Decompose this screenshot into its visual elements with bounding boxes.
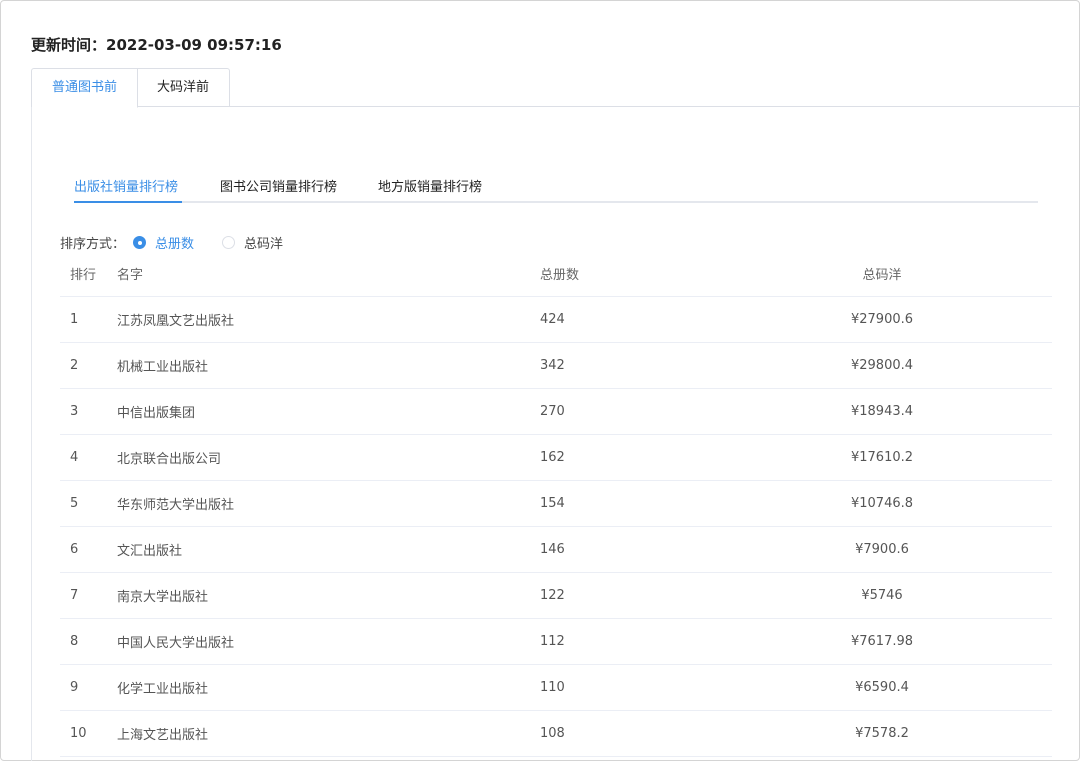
header-rank: 排行 [60,252,117,297]
table-row: 1 江苏凤凰文艺出版社 424 ¥27900.6 [60,296,1052,343]
sub-tab-book-companies-label: 图书公司销量排行榜 [220,180,338,195]
table-header-row: 排行 名字 总册数 总码洋 [60,252,1052,297]
row-amount: ¥29800.4 [850,357,914,373]
sort-by-amount-radio[interactable]: 总码洋 [222,233,283,252]
main-tabs: 大码洋前 普通图书前 [31,68,1080,108]
row-amount: ¥5746 [861,587,903,603]
sub-tab-publishers-label: 出版社销量排行榜 [74,180,179,195]
row-name: 北京联合出版公司 [117,434,540,481]
table-row: 4 北京联合出版公司 162 ¥17610.2 [60,434,1052,481]
sub-tab-book-companies[interactable]: 图书公司销量排行榜 [220,176,337,195]
header-amount: 总码洋 [791,252,1052,297]
sort-by-count-radio[interactable]: 总册数 [133,233,194,252]
active-tab-indicator [74,201,182,203]
row-name: 中信出版集团 [117,388,540,435]
row-name: 文汇出版社 [117,526,540,573]
row-amount: ¥7617.98 [850,633,914,649]
row-rank: 9 [60,664,117,711]
row-name: 江苏凤凰文艺出版社 [117,296,540,343]
row-count: 122 [540,572,791,619]
row-count: 424 [540,296,791,343]
header-amount-label: 总码洋 [862,268,902,284]
radio-unchecked-icon[interactable] [222,235,236,249]
table-row: 5 华东师范大学出版社 154 ¥10746.8 [60,480,1052,527]
row-count: 112 [540,618,791,665]
header-name: 名字 [117,252,540,297]
row-count: 162 [540,434,791,481]
radio-checked-icon[interactable] [133,235,147,249]
row-name: 化学工业出版社 [117,664,540,711]
row-name: 机械工业出版社 [117,342,540,389]
row-amount-cell: ¥10746.8 [791,480,1052,527]
row-rank: 8 [60,618,117,665]
sub-tab-publishers[interactable]: 出版社销量排行榜 [74,176,178,195]
row-rank: 7 [60,572,117,619]
row-amount: ¥7578.2 [855,725,909,741]
row-name: 华东师范大学出版社 [117,480,540,527]
row-count: 154 [540,480,791,527]
row-count: 270 [540,388,791,435]
table-row: 7 南京大学出版社 122 ¥5746 [60,572,1052,619]
row-name: 上海文艺出版社 [117,710,540,757]
row-amount-cell: ¥7578.2 [791,710,1052,757]
row-rank: 1 [60,296,117,343]
row-rank: 3 [60,388,117,435]
table-row: 2 机械工业出版社 342 ¥29800.4 [60,342,1052,389]
ranking-table: 排行 名字 总册数 总码洋 1 江苏凤凰文艺出版社 424 ¥27900.6 2… [60,252,1052,757]
row-amount: ¥27900.6 [850,311,914,327]
row-name: 南京大学出版社 [117,572,540,619]
table-body: 1 江苏凤凰文艺出版社 424 ¥27900.6 2 机械工业出版社 342 ¥… [60,296,1052,757]
row-count: 110 [540,664,791,711]
row-count: 108 [540,710,791,757]
row-amount-cell: ¥7900.6 [791,526,1052,573]
row-rank: 10 [60,710,117,757]
row-amount: ¥18943.4 [850,403,914,419]
row-amount: ¥10746.8 [850,495,914,511]
row-amount-cell: ¥27900.6 [791,296,1052,343]
sort-by-count-label: 总册数 [155,236,195,252]
sort-options: 排序方式： 总册数 总码洋 [60,232,311,252]
row-name: 中国人民大学出版社 [117,618,540,665]
tab-large-amount[interactable]: 大码洋前 [137,68,230,107]
sub-tab-local-editions-label: 地方版销量排行榜 [378,180,483,195]
row-amount-cell: ¥29800.4 [791,342,1052,389]
header-count: 总册数 [540,252,791,297]
row-amount-cell: ¥5746 [791,572,1052,619]
row-rank: 4 [60,434,117,481]
table-row: 8 中国人民大学出版社 112 ¥7617.98 [60,618,1052,665]
update-time: 更新时间：2022-03-09 09:57:16 [31,34,282,55]
table-row: 9 化学工业出版社 110 ¥6590.4 [60,664,1052,711]
row-amount: ¥17610.2 [850,449,914,465]
row-amount-cell: ¥6590.4 [791,664,1052,711]
row-amount-cell: ¥18943.4 [791,388,1052,435]
table-row: 3 中信出版集团 270 ¥18943.4 [60,388,1052,435]
table-row: 10 上海文艺出版社 108 ¥7578.2 [60,710,1052,757]
update-time-value: 2022-03-09 09:57:16 [106,36,282,54]
row-rank: 2 [60,342,117,389]
row-amount: ¥6590.4 [855,679,909,695]
row-rank: 5 [60,480,117,527]
tab-regular-books[interactable]: 普通图书前 [31,68,138,108]
update-time-label: 更新时间： [31,36,107,54]
row-amount-cell: ¥17610.2 [791,434,1052,481]
sub-tab-local-editions[interactable]: 地方版销量排行榜 [378,176,482,195]
row-count: 342 [540,342,791,389]
row-rank: 6 [60,526,117,573]
row-amount-cell: ¥7617.98 [791,618,1052,665]
row-count: 146 [540,526,791,573]
sort-by-amount-label: 总码洋 [244,236,284,252]
row-amount: ¥7900.6 [855,541,909,557]
ranking-sub-tabs: 出版社销量排行榜 图书公司销量排行榜 地方版销量排行榜 [74,166,1038,203]
sort-label: 排序方式： [60,236,126,252]
table-row: 6 文汇出版社 146 ¥7900.6 [60,526,1052,573]
